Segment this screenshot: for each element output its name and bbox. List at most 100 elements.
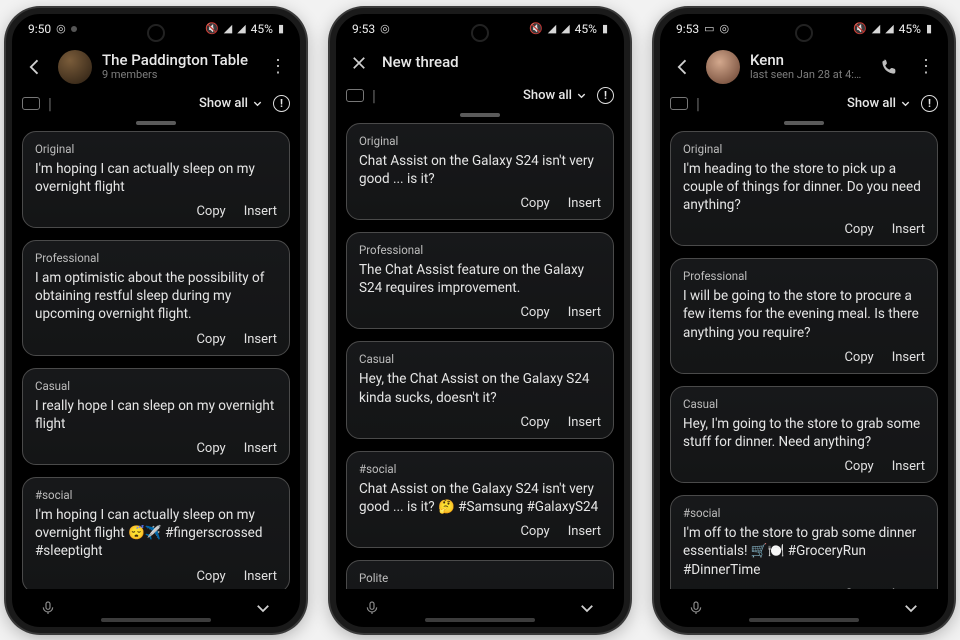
signal-icon: ◢ [561,23,569,34]
status-icon: ▭ [704,23,714,34]
mute-icon: 🔇 [853,23,867,34]
copy-button[interactable]: Copy [196,204,225,219]
insert-button[interactable]: Insert [892,350,925,365]
insert-button[interactable]: Insert [244,569,277,584]
chat-header: New thread [336,44,624,84]
chat-subtitle: 9 members [102,69,254,82]
copy-button[interactable]: Copy [520,524,549,539]
suggestion-card: Casual Hey, the Chat Assist on the Galax… [346,341,614,438]
card-label: Original [35,142,277,156]
insert-button[interactable]: Insert [244,204,277,219]
close-button[interactable] [346,50,372,76]
avatar[interactable] [706,50,740,84]
copy-button[interactable]: Copy [844,222,873,237]
battery-icon: ▮ [926,23,932,34]
copy-button[interactable]: Copy [520,196,549,211]
show-all-dropdown[interactable]: Show all [847,96,911,111]
suggestions-list[interactable]: Original I'm hoping I can actually sleep… [12,131,300,589]
call-button[interactable] [876,54,902,80]
insert-button[interactable]: Insert [568,305,601,320]
info-icon[interactable]: ! [273,95,290,112]
more-button[interactable]: ⋮ [912,54,938,80]
info-icon[interactable]: ! [597,87,614,104]
card-body: I really hope I can sleep on my overnigh… [35,397,277,433]
card-body: The Chat Assist feature on the Galaxy S2… [359,261,601,297]
copy-button[interactable]: Copy [196,569,225,584]
battery-text: 45% [251,22,273,36]
insert-button[interactable]: Insert [568,524,601,539]
gesture-bar [425,618,535,622]
insert-button[interactable]: Insert [892,459,925,474]
card-body: I'm hoping I can actually sleep on my ov… [35,160,277,196]
suggestion-card: Original Chat Assist on the Galaxy S24 i… [346,123,614,220]
mic-icon[interactable] [688,600,704,616]
card-body: I am optimistic about the possibility of… [35,269,277,324]
suggestion-card: Polite Excuse me, but I must respectfull… [346,560,614,588]
suggestions-list[interactable]: Original Chat Assist on the Galaxy S24 i… [336,123,624,589]
suggestion-card: Casual I really hope I can sleep on my o… [22,368,290,465]
status-icon: ◎ [720,23,730,34]
insert-button[interactable]: Insert [568,196,601,211]
copy-button[interactable]: Copy [844,350,873,365]
show-all-label: Show all [523,88,572,103]
avatar[interactable] [58,50,92,84]
text-cursor: | [48,94,52,113]
copy-button[interactable]: Copy [196,441,225,456]
mute-icon: 🔇 [205,23,219,34]
filter-bar: | Show all ! [336,84,624,111]
text-cursor: | [696,94,700,113]
copy-button[interactable]: Copy [520,415,549,430]
signal-icon: ◢ [548,23,556,34]
back-button[interactable] [22,54,48,80]
phone-3: 9:53 ▭ ◎ 🔇 ◢ ◢ 45% ▮ Kenn last seen Jan … [654,8,954,633]
show-all-dropdown[interactable]: Show all [199,96,263,111]
suggestion-card: #social Chat Assist on the Galaxy S24 is… [346,451,614,548]
keyboard-icon[interactable] [22,97,40,110]
mic-icon[interactable] [40,600,56,616]
copy-button[interactable]: Copy [844,459,873,474]
show-all-dropdown[interactable]: Show all [523,88,587,103]
keyboard-icon[interactable] [346,89,364,102]
suggestion-card: Casual Hey, I'm going to the store to gr… [670,386,938,483]
signal-icon: ◢ [224,23,232,34]
drag-handle[interactable] [136,121,176,125]
status-bar: 9:50 ◎ 🔇 ◢ ◢ 45% ▮ [12,14,300,44]
card-label: Original [683,142,925,156]
collapse-button[interactable] [578,599,596,617]
collapse-button[interactable] [254,599,272,617]
insert-button[interactable]: Insert [244,441,277,456]
battery-text: 45% [575,22,597,36]
chat-title[interactable]: The Paddington Table [102,52,254,69]
battery-icon: ▮ [602,23,608,34]
card-label: Polite [359,571,601,585]
suggestions-list[interactable]: Original I'm heading to the store to pic… [660,131,948,589]
chat-title[interactable]: Kenn [750,52,866,69]
keyboard-icon[interactable] [670,97,688,110]
insert-button[interactable]: Insert [892,222,925,237]
more-button[interactable]: ⋮ [264,54,290,80]
battery-icon: ▮ [278,23,284,34]
show-all-label: Show all [847,96,896,111]
drag-handle[interactable] [460,113,500,117]
card-body: Chat Assist on the Galaxy S24 isn't very… [359,152,601,188]
copy-button[interactable]: Copy [520,305,549,320]
signal-icon: ◢ [885,23,893,34]
text-cursor: | [372,86,376,105]
filter-bar: | Show all ! [12,92,300,119]
drag-handle[interactable] [784,121,824,125]
phone-2: 9:53 ◎ 🔇 ◢ ◢ 45% ▮ New thread | Show all [330,8,630,633]
card-body: I'm hoping I can actually sleep on my ov… [35,506,277,561]
chevron-down-icon [252,98,263,109]
suggestion-card: #social I'm off to the store to grab som… [670,495,938,588]
signal-icon: ◢ [872,23,880,34]
insert-button[interactable]: Insert [244,332,277,347]
insert-button[interactable]: Insert [568,415,601,430]
status-time: 9:53 [676,22,699,36]
info-icon[interactable]: ! [921,95,938,112]
card-label: Casual [683,397,925,411]
signal-icon: ◢ [237,23,245,34]
collapse-button[interactable] [902,599,920,617]
back-button[interactable] [670,54,696,80]
mic-icon[interactable] [364,600,380,616]
copy-button[interactable]: Copy [196,332,225,347]
